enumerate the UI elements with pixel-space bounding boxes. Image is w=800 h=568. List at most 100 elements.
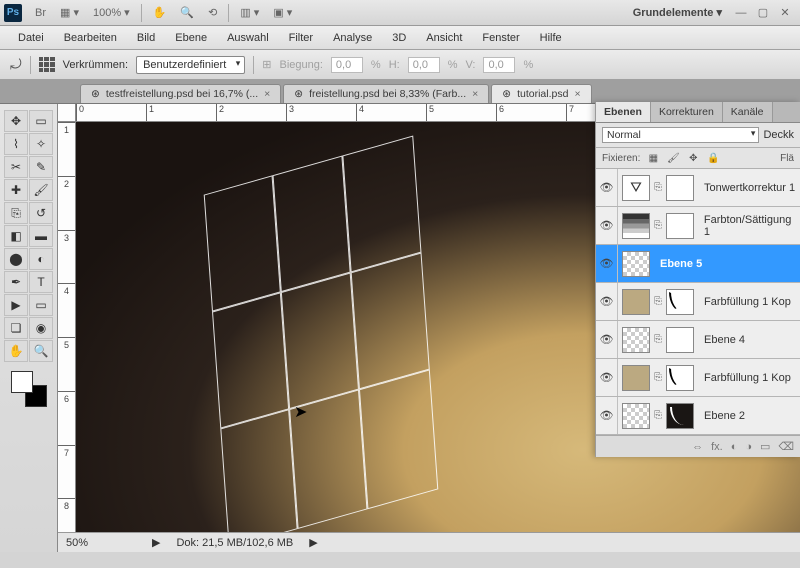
adjustment-thumb[interactable] (622, 213, 650, 239)
arrange-docs-icon[interactable]: ▥ ▾ (233, 3, 266, 22)
link-icon[interactable]: ⎘ (653, 410, 663, 421)
menu-analyse[interactable]: Analyse (323, 28, 382, 48)
menu-ebene[interactable]: Ebene (165, 28, 217, 48)
screen-mode-icon[interactable]: ▣ ▾ (266, 3, 299, 22)
layer-visibility-toggle[interactable]: 👁 (596, 169, 618, 206)
move-tool[interactable]: ✥ (4, 110, 28, 132)
panel-footer-button[interactable]: ◑ (745, 441, 752, 453)
menu-bild[interactable]: Bild (127, 28, 165, 48)
blur-tool[interactable]: ⬤ (4, 248, 28, 270)
layer-name[interactable]: Farbfüllung 1 Kop (698, 372, 791, 384)
document-tab[interactable]: ⊛freistellung.psd bei 8,33% (Farb...× (283, 84, 489, 103)
panel-tab-korrekturen[interactable]: Korrekturen (651, 102, 723, 122)
mask-thumb[interactable] (666, 365, 694, 391)
layer-name[interactable]: Tonwertkorrektur 1 (698, 182, 795, 194)
zoom-readout[interactable]: 50% (66, 537, 136, 549)
link-icon[interactable]: ⎘ (653, 220, 663, 231)
panel-footer-button[interactable]: ◐ (731, 441, 738, 453)
layer-row[interactable]: 👁⎘Farbfüllung 1 Kop (596, 359, 800, 397)
layer-thumb[interactable] (622, 327, 650, 353)
maximize-button[interactable]: ▢ (752, 6, 774, 19)
layer-name[interactable]: Ebene 2 (698, 410, 745, 422)
workspace-switcher[interactable]: Grundelemente ▾ (625, 4, 730, 21)
panel-footer-button[interactable]: fx. (711, 441, 723, 453)
menu-hilfe[interactable]: Hilfe (530, 28, 572, 48)
gradient-tool[interactable]: ▬ (29, 225, 53, 247)
ruler-origin[interactable] (58, 104, 76, 122)
vertical-ruler[interactable]: 12345678 (58, 122, 76, 552)
zoom-tool[interactable]: 🔍 (29, 340, 53, 362)
type-tool[interactable]: T (29, 271, 53, 293)
link-icon[interactable]: ⎘ (653, 182, 663, 193)
menu-fenster[interactable]: Fenster (472, 28, 529, 48)
layer-row[interactable]: 👁 ⎘ Ebene 4 (596, 321, 800, 359)
rotate-view-icon[interactable]: ⟲ (201, 3, 224, 22)
layer-name[interactable]: Ebene 4 (698, 334, 745, 346)
layer-name[interactable]: Farbton/Sättigung 1 (698, 214, 800, 238)
eyedropper-tool[interactable]: ✎ (29, 156, 53, 178)
layer-name[interactable]: Farbfüllung 1 Kop (698, 296, 791, 308)
layer-visibility-toggle[interactable]: 👁 (596, 359, 618, 396)
layer-visibility-toggle[interactable]: 👁 (596, 283, 618, 320)
fill-thumb[interactable] (622, 365, 650, 391)
color-swatches[interactable] (11, 371, 47, 407)
layer-visibility-toggle[interactable]: 👁 (596, 397, 618, 434)
eraser-tool[interactable]: ◧ (4, 225, 28, 247)
shape-tool[interactable]: ▭ (29, 294, 53, 316)
panel-tab-kanäle[interactable]: Kanäle (723, 102, 773, 122)
panel-footer-button[interactable]: ⇔ (692, 441, 703, 453)
mask-thumb[interactable] (666, 403, 694, 429)
panel-tab-ebenen[interactable]: Ebenen (596, 102, 651, 122)
marquee-tool[interactable]: ▭ (29, 110, 53, 132)
path-select-tool[interactable]: ▶ (4, 294, 28, 316)
layer-thumb[interactable] (622, 251, 650, 277)
minimize-button[interactable]: — (730, 7, 752, 19)
warp-grid-icon[interactable] (39, 57, 55, 73)
brush-tool[interactable]: 🖌 (29, 179, 53, 201)
lock-transparent-icon[interactable]: ▦ (646, 151, 660, 165)
mask-thumb[interactable] (666, 175, 694, 201)
menu-filter[interactable]: Filter (279, 28, 323, 48)
lock-position-icon[interactable]: ✥ (686, 151, 700, 165)
lock-all-icon[interactable]: 🔒 (706, 151, 720, 165)
layer-row[interactable]: 👁 ⎘ Farbton/Sättigung 1 (596, 207, 800, 245)
layer-visibility-toggle[interactable]: 👁 (596, 207, 618, 244)
warp-preset-dropdown[interactable]: Benutzerdefiniert (136, 56, 245, 74)
zoom-level-dropdown[interactable]: 100% ▾ (86, 3, 137, 22)
layer-visibility-toggle[interactable]: 👁 (596, 245, 618, 282)
layer-row[interactable]: 👁Ebene 5 (596, 245, 800, 283)
document-info-icon[interactable]: ▶ (152, 536, 160, 549)
layer-visibility-toggle[interactable]: 👁 (596, 321, 618, 358)
hand-tool[interactable]: ✋ (4, 340, 28, 362)
panel-footer-button[interactable]: ▭ (760, 440, 770, 453)
menu-auswahl[interactable]: Auswahl (217, 28, 279, 48)
tab-close-icon[interactable]: × (472, 88, 478, 100)
menu-3d[interactable]: 3D (382, 28, 416, 48)
panel-footer-button[interactable]: ⌫ (778, 440, 794, 453)
history-brush-tool[interactable]: ↺ (29, 202, 53, 224)
link-icon[interactable]: ⎘ (653, 296, 663, 307)
layer-thumb[interactable] (622, 403, 650, 429)
tab-close-icon[interactable]: × (264, 88, 270, 100)
cancel-transform-icon[interactable]: ⤾ (10, 56, 22, 73)
lock-pixels-icon[interactable]: 🖌 (666, 151, 680, 165)
mask-thumb[interactable] (666, 289, 694, 315)
dodge-tool[interactable]: ◐ (29, 248, 53, 270)
menu-datei[interactable]: Datei (8, 28, 54, 48)
clone-tool[interactable]: ⎘ (4, 202, 28, 224)
foreground-color-swatch[interactable] (11, 371, 33, 393)
link-icon[interactable]: ⎘ (653, 334, 663, 345)
bridge-button[interactable]: Br (28, 4, 53, 22)
status-menu-icon[interactable]: ▶ (309, 536, 317, 549)
mini-bridge-button[interactable]: ▦ ▾ (53, 3, 86, 22)
magic-wand-tool[interactable]: ✧ (29, 133, 53, 155)
zoom-tool-icon[interactable]: 🔍 (173, 3, 201, 22)
crop-tool[interactable]: ✂ (4, 156, 28, 178)
layer-row[interactable]: 👁 ⎘ Farbfüllung 1 Kop (596, 283, 800, 321)
mask-thumb[interactable] (666, 327, 694, 353)
layer-row[interactable]: 👁 ⎘ Ebene 2 (596, 397, 800, 435)
healing-tool[interactable]: ✚ (4, 179, 28, 201)
warp-transform-overlay[interactable] (204, 136, 439, 532)
menu-bearbeiten[interactable]: Bearbeiten (54, 28, 127, 48)
lasso-tool[interactable]: ⌇ (4, 133, 28, 155)
